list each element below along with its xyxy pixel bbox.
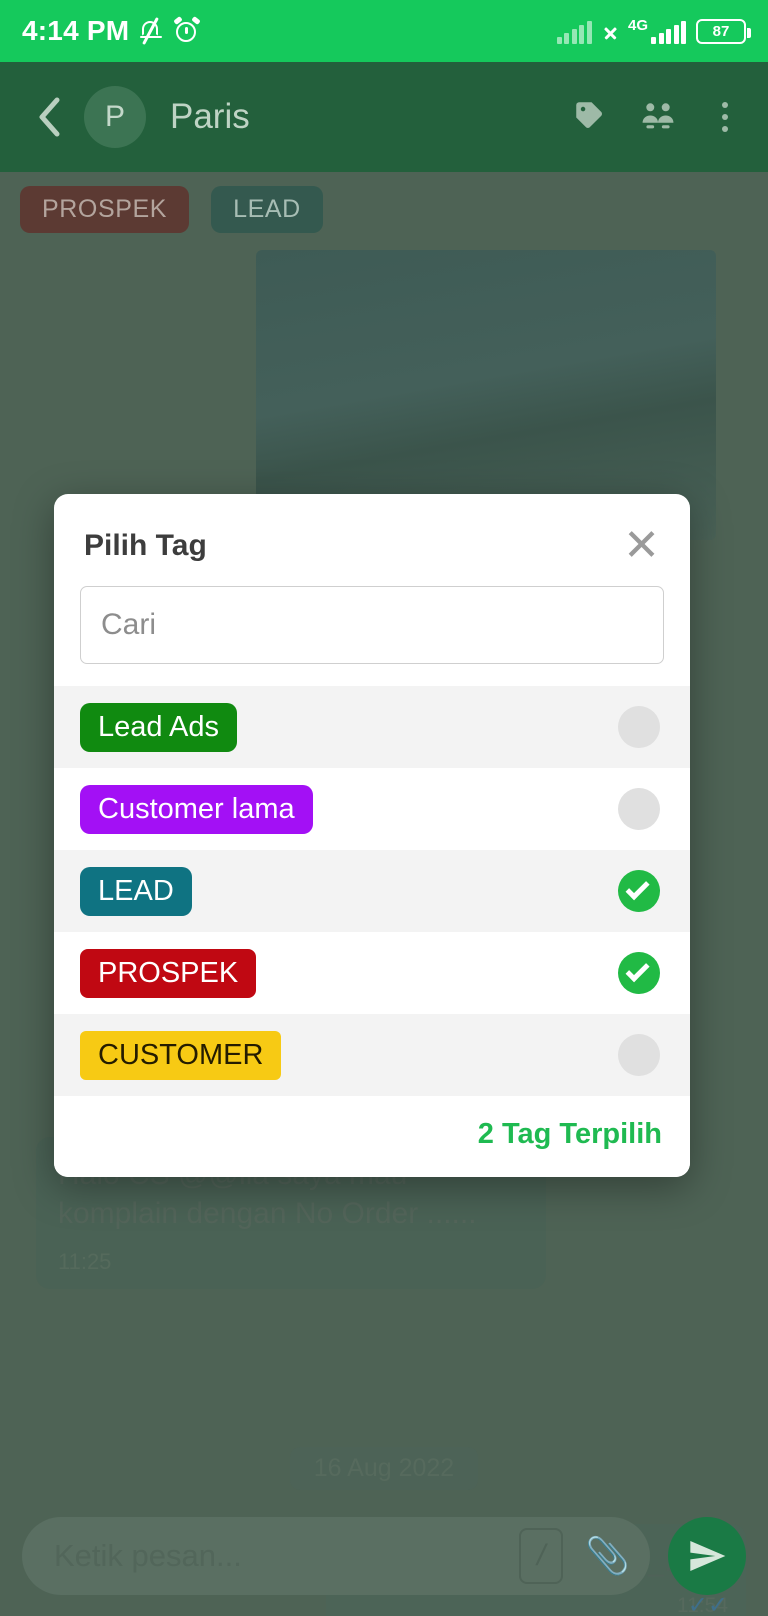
tag-chip-lead: LEAD [80,866,192,916]
tag-select-toggle[interactable] [618,870,660,912]
tag-chip-customer-lama: Customer lama [80,784,313,834]
tag-chip-lead-ads: Lead Ads [80,702,237,752]
dialog-header: Pilih Tag ✕ [54,494,690,586]
dialog-footer: 2 Tag Terpilih [54,1096,690,1177]
tag-list-item[interactable]: PROSPEK [54,932,690,1014]
tag-list-item[interactable]: LEAD [54,850,690,932]
tag-select-toggle[interactable] [618,1034,660,1076]
tag-chip-prospek: PROSPEK [80,948,257,998]
selected-tag-count[interactable]: 2 Tag Terpilih [478,1118,662,1151]
dialog-title: Pilih Tag [84,529,207,562]
tag-list: Lead Ads Customer lama LEAD PROSPEK CUST… [54,686,690,1096]
phone-screen: 4:14 PM 4G 87 P Paris PROSPEK LEAD kompl… [0,0,768,1616]
tag-list-item[interactable]: Customer lama [54,768,690,850]
select-tag-dialog: Pilih Tag ✕ Lead Ads Customer lama LEAD … [54,494,690,1177]
tag-list-item[interactable]: Lead Ads [54,686,690,768]
search-field-wrapper [54,586,690,686]
search-input[interactable] [80,586,664,664]
close-icon[interactable]: ✕ [623,524,660,568]
tag-list-item[interactable]: CUSTOMER [54,1014,690,1096]
tag-select-toggle[interactable] [618,952,660,994]
tag-chip-customer: CUSTOMER [80,1030,282,1080]
tag-select-toggle[interactable] [618,706,660,748]
tag-select-toggle[interactable] [618,788,660,830]
